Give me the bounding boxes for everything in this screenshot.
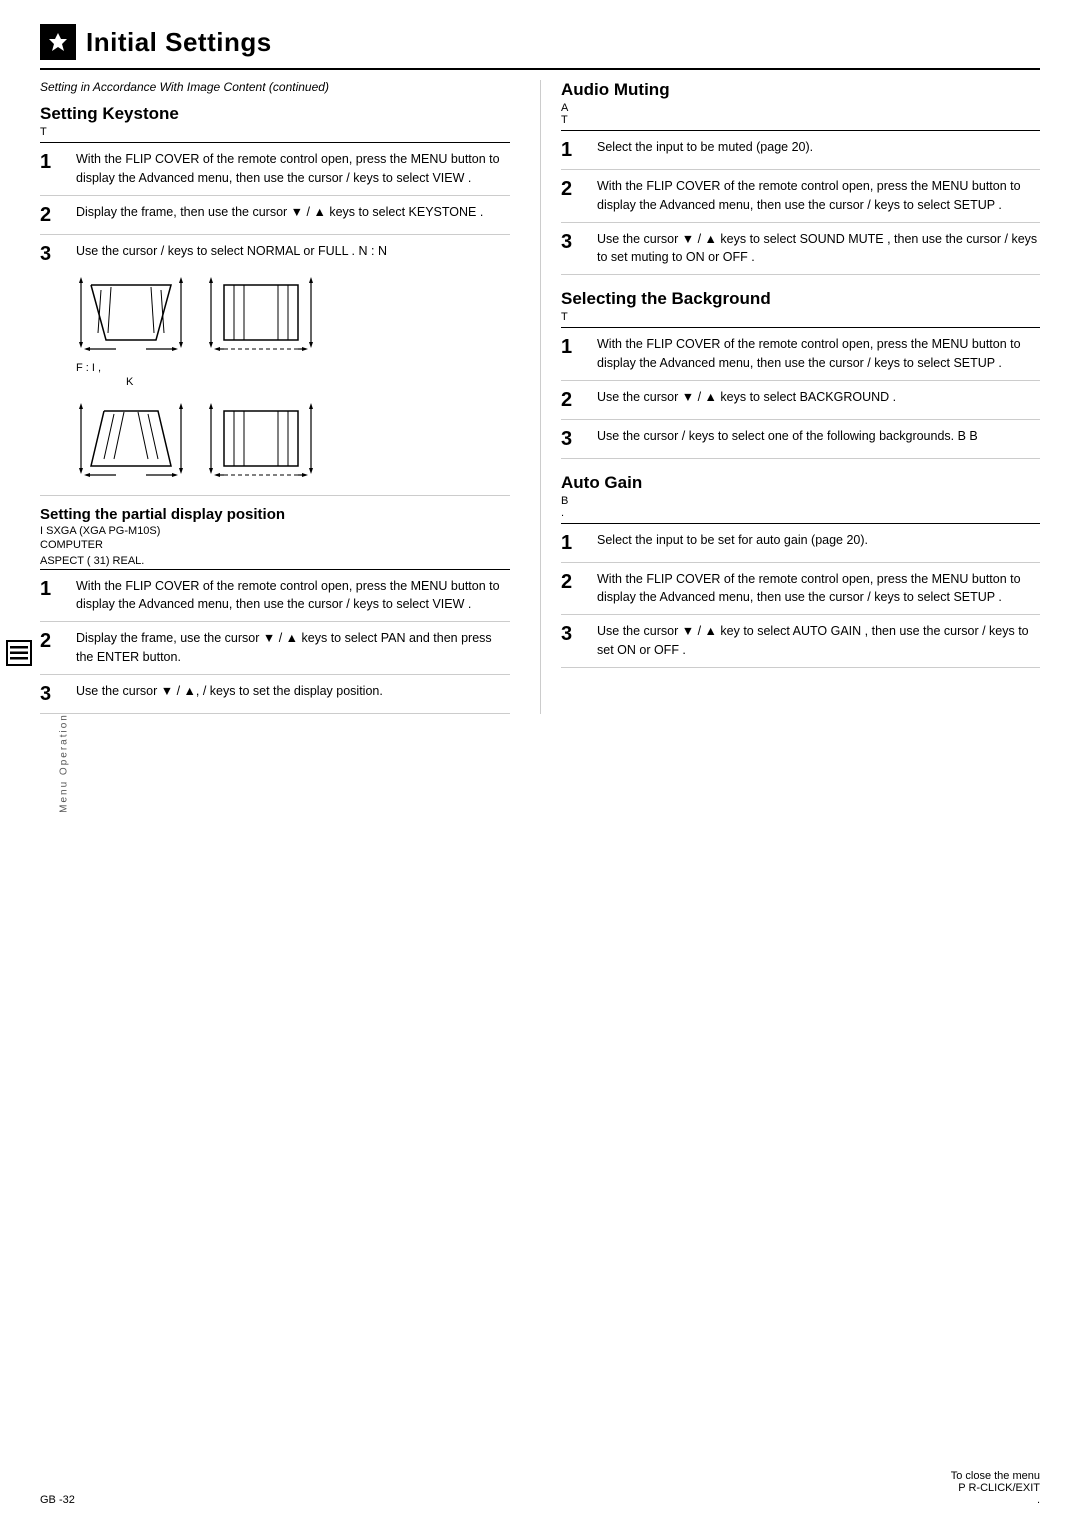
audio-step-1-text: Select the input to be muted (page 20). bbox=[597, 138, 1040, 157]
background-step-2-num: 2 bbox=[561, 388, 589, 412]
keystone-step-2: 2 Display the frame, then use the cursor… bbox=[40, 196, 510, 235]
partial-step-2-text: Display the frame, use the cursor ▼ / ▲ … bbox=[76, 629, 510, 667]
background-title: Selecting the Background bbox=[561, 289, 1040, 309]
normal2-diagram-svg bbox=[206, 270, 316, 355]
diagram-normal bbox=[76, 270, 186, 358]
background-step-3-num: 3 bbox=[561, 427, 589, 451]
auto-gain-step-3: 3 Use the cursor ▼ / ▲ key to select AUT… bbox=[561, 615, 1040, 668]
background-step-1-num: 1 bbox=[561, 335, 589, 359]
partial-step-2: 2 Display the frame, use the cursor ▼ / … bbox=[40, 622, 510, 675]
audio-step-3-text: Use the cursor ▼ / ▲ keys to select SOUN… bbox=[597, 230, 1040, 268]
page-title: Initial Settings bbox=[86, 27, 272, 58]
diagram-caption-1: F : I , bbox=[76, 362, 316, 374]
audio-step-2-text: With the FLIP COVER of the remote contro… bbox=[597, 177, 1040, 215]
diagram-normal2 bbox=[206, 270, 316, 358]
audio-step-1-num: 1 bbox=[561, 138, 589, 162]
background-section: Selecting the Background T 1 With the FL… bbox=[561, 289, 1040, 459]
footer-right-line2: P R-CLICK/EXIT bbox=[951, 1482, 1040, 1494]
partial-step-1-text: With the FLIP COVER of the remote contro… bbox=[76, 577, 510, 615]
audio-step-3: 3 Use the cursor ▼ / ▲ keys to select SO… bbox=[561, 223, 1040, 276]
audio-muting-section: Audio Muting A T 1 Select the input to b… bbox=[561, 80, 1040, 275]
full2-diagram-svg bbox=[206, 396, 316, 481]
audio-step-2-num: 2 bbox=[561, 177, 589, 201]
partial-step-3: 3 Use the cursor ▼ / ▲, / keys to set th… bbox=[40, 675, 510, 714]
page-footer: GB -32 bbox=[40, 1494, 75, 1506]
main-content: Setting in Accordance With Image Content… bbox=[40, 80, 1040, 714]
background-step-1: 1 With the FLIP COVER of the remote cont… bbox=[561, 328, 1040, 381]
keystone-step-1: 1 With the FLIP COVER of the remote cont… bbox=[40, 143, 510, 196]
diagram-full2 bbox=[206, 396, 316, 484]
partial-step-2-num: 2 bbox=[40, 629, 68, 653]
auto-gain-step-2-num: 2 bbox=[561, 570, 589, 594]
audio-sub1: A bbox=[561, 102, 1040, 114]
keystone-diagrams: F : I , K bbox=[76, 270, 316, 488]
auto-gain-step-1-num: 1 bbox=[561, 531, 589, 555]
normal-diagram-svg bbox=[76, 270, 186, 355]
menu-lines-icon bbox=[10, 646, 28, 660]
partial-step-3-num: 3 bbox=[40, 682, 68, 706]
keystone-section: Setting Keystone T 1 With the FLIP COVER… bbox=[40, 104, 510, 496]
diagram-full1 bbox=[76, 396, 186, 484]
keystone-title: Setting Keystone bbox=[40, 104, 510, 124]
menu-icon-box bbox=[6, 640, 32, 666]
background-step-3-text: Use the cursor / keys to select one of t… bbox=[597, 427, 1040, 446]
background-step-3: 3 Use the cursor / keys to select one of… bbox=[561, 420, 1040, 459]
auto-gain-step-1-text: Select the input to be set for auto gain… bbox=[597, 531, 1040, 550]
partial-step-3-text: Use the cursor ▼ / ▲, / keys to set the … bbox=[76, 682, 510, 701]
footer-right-line3: . bbox=[951, 1494, 1040, 1506]
header-icon-box bbox=[40, 24, 76, 60]
keystone-step-2-num: 2 bbox=[40, 203, 68, 227]
background-step-1-text: With the FLIP COVER of the remote contro… bbox=[597, 335, 1040, 373]
keystone-step-3-num: 3 bbox=[40, 242, 68, 266]
partial-step-1-num: 1 bbox=[40, 577, 68, 601]
side-tab-label: Menu Operation bbox=[58, 713, 69, 813]
keystone-step-3-text: Use the cursor / keys to select NORMAL o… bbox=[76, 242, 387, 261]
partial-sub2: COMPUTER bbox=[40, 539, 103, 551]
partial-step-1: 1 With the FLIP COVER of the remote cont… bbox=[40, 570, 510, 623]
auto-gain-step-3-text: Use the cursor ▼ / ▲ key to select AUTO … bbox=[597, 622, 1040, 660]
keystone-step-1-text: With the FLIP COVER of the remote contro… bbox=[76, 150, 510, 188]
keystone-step-3: 3 Use the cursor / keys to select NORMAL… bbox=[40, 235, 510, 496]
keystone-step-2-text: Display the frame, then use the cursor ▼… bbox=[76, 203, 510, 222]
page-footer-right: To close the menu P R-CLICK/EXIT . bbox=[951, 1470, 1040, 1506]
audio-step-1: 1 Select the input to be muted (page 20)… bbox=[561, 131, 1040, 170]
auto-gain-step-2-text: With the FLIP COVER of the remote contro… bbox=[597, 570, 1040, 608]
partial-sub3: ASPECT ( 31) REAL. bbox=[40, 555, 510, 567]
full1-diagram-svg bbox=[76, 396, 186, 481]
partial-sub1: I SXGA (XGA PG-M10S) bbox=[40, 525, 510, 537]
audio-step-3-num: 3 bbox=[561, 230, 589, 254]
auto-gain-sub2: . bbox=[561, 507, 1040, 519]
background-step-2: 2 Use the cursor ▼ / ▲ keys to select BA… bbox=[561, 381, 1040, 420]
auto-gain-title: Auto Gain bbox=[561, 473, 1040, 493]
settings-icon bbox=[47, 31, 69, 53]
partial-section: Setting the partial display position I S… bbox=[40, 506, 510, 714]
auto-gain-step-1: 1 Select the input to be set for auto ga… bbox=[561, 524, 1040, 563]
auto-gain-step-2: 2 With the FLIP COVER of the remote cont… bbox=[561, 563, 1040, 616]
auto-gain-step-3-num: 3 bbox=[561, 622, 589, 646]
footer-right-line1: To close the menu bbox=[951, 1470, 1040, 1482]
page: Menu Operation Initial Settings Setting … bbox=[0, 0, 1080, 1526]
keystone-step-3-inner: 3 Use the cursor / keys to select NORMAL… bbox=[40, 242, 387, 266]
audio-sub2: T bbox=[561, 114, 1040, 126]
side-icon bbox=[6, 640, 32, 666]
keystone-sub: T bbox=[40, 126, 510, 138]
diagram-caption-2: K bbox=[126, 376, 316, 388]
background-sub: T bbox=[561, 311, 1040, 323]
auto-gain-section: Auto Gain B . 1 Select the input to be s… bbox=[561, 473, 1040, 668]
audio-muting-title: Audio Muting bbox=[561, 80, 1040, 100]
background-step-2-text: Use the cursor ▼ / ▲ keys to select BACK… bbox=[597, 388, 1040, 407]
keystone-step-1-num: 1 bbox=[40, 150, 68, 174]
audio-step-2: 2 With the FLIP COVER of the remote cont… bbox=[561, 170, 1040, 223]
page-header: Initial Settings bbox=[40, 24, 1040, 70]
page-subtitle: Setting in Accordance With Image Content… bbox=[40, 80, 510, 94]
right-column: Audio Muting A T 1 Select the input to b… bbox=[540, 80, 1040, 714]
partial-title: Setting the partial display position bbox=[40, 506, 510, 523]
left-column: Setting in Accordance With Image Content… bbox=[40, 80, 540, 714]
auto-gain-sub: B bbox=[561, 495, 1040, 507]
